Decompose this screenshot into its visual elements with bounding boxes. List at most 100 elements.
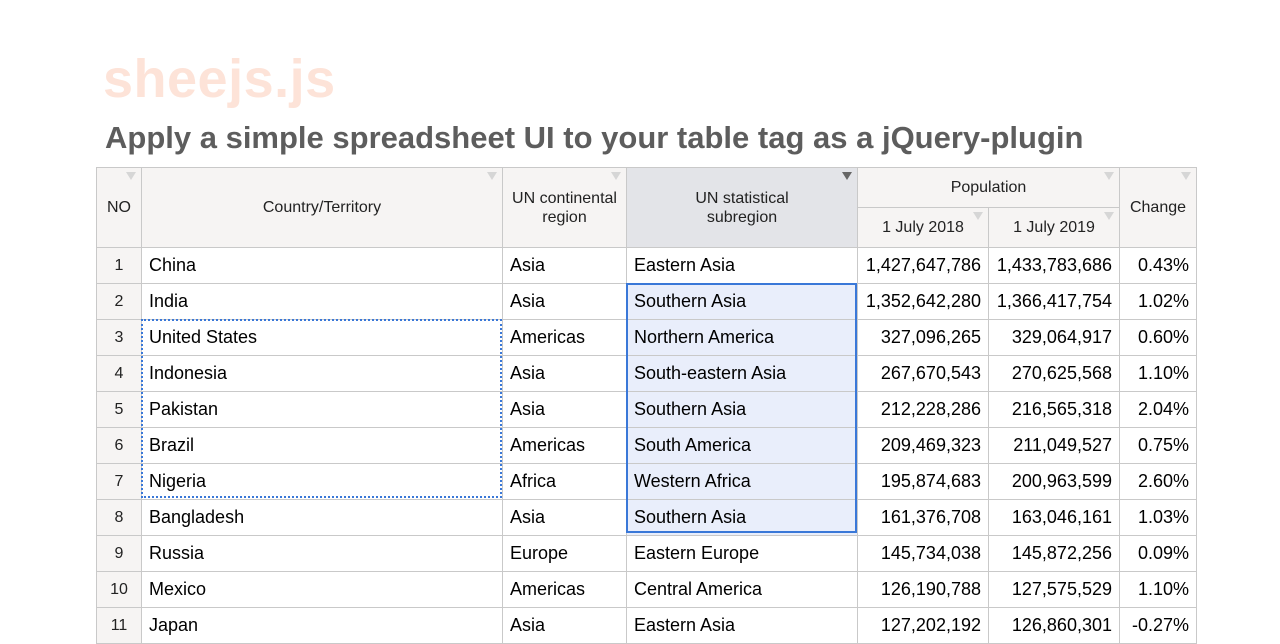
table-row: 1 China Asia Eastern Asia 1,427,647,786 1,433… — [96, 247, 1197, 284]
row-number[interactable]: 3 — [96, 319, 142, 356]
cell-y2019[interactable]: 200,963,599 — [988, 463, 1120, 500]
cell-country[interactable]: Indonesia — [141, 355, 503, 392]
table-row: 3 United States Americas Northern America 32… — [96, 319, 1197, 356]
filter-arrow-icon[interactable] — [1104, 212, 1114, 220]
cell-country[interactable]: Russia — [141, 535, 503, 572]
cell-continent[interactable]: Asia — [502, 283, 627, 320]
cell-change[interactable]: 1.02% — [1119, 283, 1197, 320]
header-country[interactable]: Country/Territory — [141, 167, 503, 248]
row-number[interactable]: 6 — [96, 427, 142, 464]
header-2018[interactable]: 1 July 2018 — [857, 207, 989, 248]
cell-country[interactable]: Pakistan — [141, 391, 503, 428]
cell-continent[interactable]: Americas — [502, 571, 627, 608]
cell-y2019[interactable]: 1,433,783,686 — [988, 247, 1120, 284]
cell-y2019[interactable]: 329,064,917 — [988, 319, 1120, 356]
cell-y2019[interactable]: 126,860,301 — [988, 607, 1120, 644]
row-number[interactable]: 4 — [96, 355, 142, 392]
cell-y2019[interactable]: 270,625,568 — [988, 355, 1120, 392]
cell-continent[interactable]: Americas — [502, 427, 627, 464]
cell-subregion[interactable]: Northern America — [626, 319, 858, 356]
cell-change[interactable]: 1.10% — [1119, 355, 1197, 392]
row-number[interactable]: 5 — [96, 391, 142, 428]
cell-subregion[interactable]: Southern Asia — [626, 499, 858, 536]
cell-continent[interactable]: Asia — [502, 247, 627, 284]
cell-subregion[interactable]: Eastern Asia — [626, 607, 858, 644]
cell-continent[interactable]: Asia — [502, 391, 627, 428]
row-number[interactable]: 7 — [96, 463, 142, 500]
header-subregion-label: UN statistical subregion — [695, 189, 789, 226]
cell-continent[interactable]: Asia — [502, 499, 627, 536]
cell-country[interactable]: Bangladesh — [141, 499, 503, 536]
cell-country[interactable]: United States — [141, 319, 503, 356]
filter-arrow-icon[interactable] — [126, 172, 136, 180]
cell-y2018[interactable]: 127,202,192 — [857, 607, 989, 644]
row-number[interactable]: 8 — [96, 499, 142, 536]
header-2019[interactable]: 1 July 2019 — [988, 207, 1120, 248]
filter-arrow-icon[interactable] — [611, 172, 621, 180]
cell-continent[interactable]: Europe — [502, 535, 627, 572]
cell-country[interactable]: Japan — [141, 607, 503, 644]
table-row: 6 Brazil Americas South America 209,469,323 2… — [96, 427, 1197, 464]
filter-arrow-icon[interactable] — [1104, 172, 1114, 180]
cell-country[interactable]: Mexico — [141, 571, 503, 608]
spreadsheet-table: NO Country/Territory UN continental regi… — [96, 167, 1197, 644]
header-continent[interactable]: UN continental region — [502, 167, 627, 248]
cell-country[interactable]: Nigeria — [141, 463, 503, 500]
cell-change[interactable]: 0.75% — [1119, 427, 1197, 464]
cell-y2018[interactable]: 145,734,038 — [857, 535, 989, 572]
cell-subregion[interactable]: Eastern Europe — [626, 535, 858, 572]
filter-arrow-icon[interactable] — [973, 212, 983, 220]
cell-country[interactable]: China — [141, 247, 503, 284]
cell-subregion[interactable]: Eastern Asia — [626, 247, 858, 284]
cell-change[interactable]: 0.60% — [1119, 319, 1197, 356]
cell-y2019[interactable]: 1,366,417,754 — [988, 283, 1120, 320]
row-number[interactable]: 2 — [96, 283, 142, 320]
cell-y2018[interactable]: 195,874,683 — [857, 463, 989, 500]
table-row: 9 Russia Europe Eastern Europe 145,734,038 14… — [96, 535, 1197, 572]
row-number[interactable]: 11 — [96, 607, 142, 644]
cell-y2019[interactable]: 127,575,529 — [988, 571, 1120, 608]
filter-arrow-icon[interactable] — [1181, 172, 1191, 180]
cell-subregion[interactable]: South-eastern Asia — [626, 355, 858, 392]
row-number[interactable]: 9 — [96, 535, 142, 572]
cell-y2019[interactable]: 211,049,527 — [988, 427, 1120, 464]
cell-y2018[interactable]: 267,670,543 — [857, 355, 989, 392]
cell-country[interactable]: Brazil — [141, 427, 503, 464]
cell-change[interactable]: 0.09% — [1119, 535, 1197, 572]
cell-y2018[interactable]: 126,190,788 — [857, 571, 989, 608]
row-number[interactable]: 10 — [96, 571, 142, 608]
header-country-label: Country/Territory — [262, 199, 382, 216]
header-subregion[interactable]: UN statistical subregion — [626, 167, 858, 248]
cell-y2018[interactable]: 327,096,265 — [857, 319, 989, 356]
row-number[interactable]: 1 — [96, 247, 142, 284]
cell-y2018[interactable]: 161,376,708 — [857, 499, 989, 536]
filter-arrow-icon[interactable] — [487, 172, 497, 180]
cell-change[interactable]: 2.60% — [1119, 463, 1197, 500]
cell-y2018[interactable]: 209,469,323 — [857, 427, 989, 464]
filter-arrow-icon[interactable] — [842, 172, 852, 180]
cell-continent[interactable]: Americas — [502, 319, 627, 356]
cell-change[interactable]: 1.03% — [1119, 499, 1197, 536]
cell-change[interactable]: 2.04% — [1119, 391, 1197, 428]
cell-y2019[interactable]: 145,872,256 — [988, 535, 1120, 572]
cell-y2018[interactable]: 212,228,286 — [857, 391, 989, 428]
cell-continent[interactable]: Africa — [502, 463, 627, 500]
cell-subregion[interactable]: South America — [626, 427, 858, 464]
cell-change[interactable]: 0.43% — [1119, 247, 1197, 284]
cell-continent[interactable]: Asia — [502, 355, 627, 392]
cell-y2019[interactable]: 216,565,318 — [988, 391, 1120, 428]
header-change[interactable]: Change — [1119, 167, 1197, 248]
cell-change[interactable]: -0.27% — [1119, 607, 1197, 644]
cell-change[interactable]: 1.10% — [1119, 571, 1197, 608]
cell-subregion[interactable]: Western Africa — [626, 463, 858, 500]
cell-subregion[interactable]: Southern Asia — [626, 391, 858, 428]
cell-y2018[interactable]: 1,352,642,280 — [857, 283, 989, 320]
cell-country[interactable]: India — [141, 283, 503, 320]
header-no[interactable]: NO — [96, 167, 142, 248]
cell-y2018[interactable]: 1,427,647,786 — [857, 247, 989, 284]
cell-continent[interactable]: Asia — [502, 607, 627, 644]
header-population[interactable]: Population — [857, 167, 1120, 208]
cell-subregion[interactable]: Southern Asia — [626, 283, 858, 320]
cell-subregion[interactable]: Central America — [626, 571, 858, 608]
cell-y2019[interactable]: 163,046,161 — [988, 499, 1120, 536]
